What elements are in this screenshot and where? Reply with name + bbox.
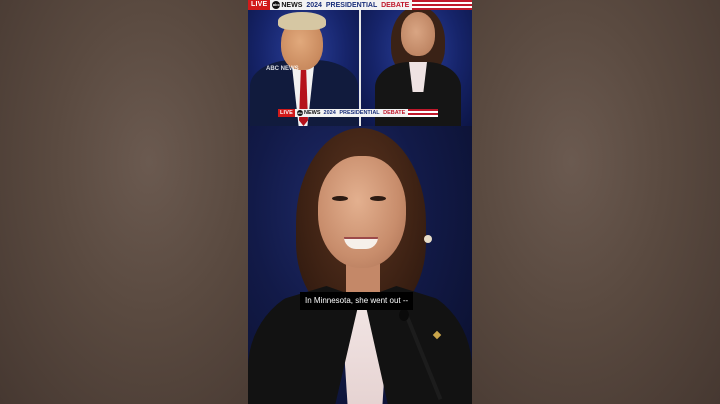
speaker-right-eye <box>370 196 386 201</box>
live-badge-small: LIVE <box>278 109 296 117</box>
debate-title-word2-small: DEBATE <box>383 110 406 116</box>
pearl-earring <box>424 235 432 243</box>
debate-title-word2: DEBATE <box>381 1 410 9</box>
speaker-face <box>318 156 406 268</box>
abc-logo-icon-small: abc <box>297 110 304 116</box>
lower-debate-banner: LIVE abc NEWS 2024 PRESIDENTIAL DEBATE <box>278 109 438 117</box>
left-candidate-panel: ABC NEWS <box>248 0 359 126</box>
network-name-small: NEWS <box>304 110 321 116</box>
debate-title-word1: PRESIDENTIAL <box>325 1 378 9</box>
video-frame[interactable]: ABC NEWS LIVE abc NEWS 2024 PRESIDENTIAL… <box>248 0 472 404</box>
abc-logo-icon: abc <box>272 1 281 9</box>
blurred-background-left <box>0 0 248 404</box>
split-screen-inset: ABC NEWS LIVE abc NEWS 2024 PRESIDENTIAL… <box>248 0 472 126</box>
top-debate-banner: LIVE abc NEWS 2024 PRESIDENTIAL DEBATE <box>248 0 472 10</box>
flag-stripe-icon-small <box>408 109 438 117</box>
right-candidate-panel <box>361 0 472 126</box>
speaker-left-eye <box>332 196 348 201</box>
blurred-background-right <box>472 0 720 404</box>
microphone-icon <box>399 309 409 321</box>
network-name: NEWS <box>281 1 303 9</box>
debate-title-small: 2024 PRESIDENTIAL DEBATE <box>324 110 406 116</box>
debate-year: 2024 <box>306 1 322 9</box>
candidate-left-hair <box>278 12 326 30</box>
debate-year-small: 2024 <box>323 110 336 116</box>
debate-title: 2024 PRESIDENTIAL DEBATE <box>306 2 409 9</box>
network-logo-small: abc NEWS <box>297 110 321 116</box>
candidate-right-head <box>401 12 435 56</box>
main-closeup-shot: In Minnesota, she went out -- <box>248 126 472 404</box>
abc-news-watermark: ABC NEWS <box>266 66 299 72</box>
debate-title-word1-small: PRESIDENTIAL <box>339 110 380 116</box>
live-badge: LIVE <box>248 0 271 10</box>
subtitle-caption: In Minnesota, she went out -- <box>300 292 414 310</box>
flag-stripe-icon <box>412 0 472 10</box>
network-logo: abc NEWS <box>272 1 302 9</box>
